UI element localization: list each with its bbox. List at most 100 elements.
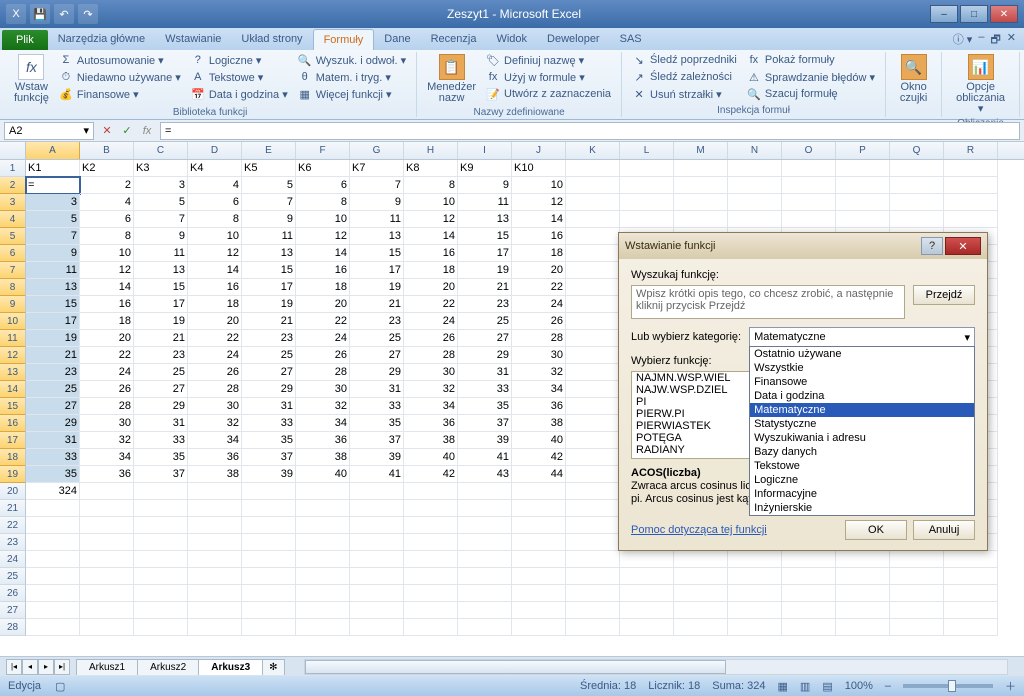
tab-narzędzia-główne[interactable]: Narzędzia główne (48, 29, 155, 50)
row-header[interactable]: 11 (0, 330, 26, 347)
cell[interactable] (728, 551, 782, 568)
cell[interactable]: 5 (242, 177, 296, 194)
cell[interactable]: 7 (350, 177, 404, 194)
cell[interactable] (512, 517, 566, 534)
cell[interactable] (674, 194, 728, 211)
zoom-out-button[interactable]: – (885, 680, 891, 692)
cell[interactable]: 41 (458, 449, 512, 466)
cell[interactable]: 33 (350, 398, 404, 415)
cell[interactable]: 15 (458, 228, 512, 245)
cell[interactable] (26, 568, 80, 585)
cell[interactable]: 25 (26, 381, 80, 398)
cell[interactable]: 8 (296, 194, 350, 211)
cell[interactable] (944, 568, 998, 585)
cell[interactable] (728, 177, 782, 194)
tab-układ-strony[interactable]: Układ strony (231, 29, 312, 50)
cell[interactable]: 27 (458, 330, 512, 347)
column-header[interactable]: C (134, 142, 188, 159)
cell[interactable] (350, 568, 404, 585)
cell[interactable]: 44 (512, 466, 566, 483)
cell[interactable] (890, 194, 944, 211)
category-option[interactable]: Wyszukiwania i adresu (750, 431, 974, 445)
cell[interactable]: 15 (350, 245, 404, 262)
cell[interactable]: 10 (404, 194, 458, 211)
cell[interactable] (458, 619, 512, 636)
ribbon-item[interactable]: ↘Śledź poprzedniki (628, 52, 741, 68)
cell[interactable]: 11 (242, 228, 296, 245)
cell[interactable] (404, 585, 458, 602)
cell[interactable]: 28 (512, 330, 566, 347)
cell[interactable] (782, 211, 836, 228)
cell[interactable]: 38 (296, 449, 350, 466)
cell[interactable] (296, 483, 350, 500)
cell[interactable] (458, 585, 512, 602)
cell[interactable]: 9 (242, 211, 296, 228)
cell[interactable]: 30 (512, 347, 566, 364)
minimize-button[interactable]: – (930, 5, 958, 23)
category-option[interactable]: Bazy danych (750, 445, 974, 459)
row-header[interactable]: 25 (0, 568, 26, 585)
sheet-nav-prev[interactable]: ◂ (22, 659, 38, 675)
cell[interactable] (944, 177, 998, 194)
cell[interactable] (674, 602, 728, 619)
cell[interactable]: 10 (512, 177, 566, 194)
column-header[interactable]: O (782, 142, 836, 159)
column-header[interactable]: P (836, 142, 890, 159)
cell[interactable] (836, 177, 890, 194)
cell[interactable] (350, 602, 404, 619)
cell[interactable] (80, 500, 134, 517)
cell[interactable] (512, 500, 566, 517)
row-header[interactable]: 12 (0, 347, 26, 364)
cell[interactable]: 31 (242, 398, 296, 415)
cell[interactable] (296, 534, 350, 551)
ribbon-item[interactable]: ⚠Sprawdzanie błędów ▾ (743, 69, 879, 85)
cell[interactable]: 23 (350, 313, 404, 330)
cell[interactable]: 43 (458, 466, 512, 483)
cell[interactable] (944, 211, 998, 228)
row-header[interactable]: 20 (0, 483, 26, 500)
go-button[interactable]: Przejdź (913, 285, 975, 305)
horizontal-scrollbar[interactable] (304, 659, 1008, 675)
calc-options-button[interactable]: 📊 Opcje obliczania ▾ (948, 52, 1013, 117)
cell[interactable]: 34 (404, 398, 458, 415)
ribbon-item[interactable]: fxPokaż formuły (743, 52, 879, 68)
cell[interactable] (620, 211, 674, 228)
cell[interactable] (26, 500, 80, 517)
cell[interactable]: 22 (512, 279, 566, 296)
cell[interactable] (620, 160, 674, 177)
insert-function-button[interactable]: fx Wstaw funkcję (10, 52, 53, 106)
cell[interactable] (944, 194, 998, 211)
cell[interactable] (188, 517, 242, 534)
tab-widok[interactable]: Widok (486, 29, 537, 50)
cancel-formula-icon[interactable]: ✕ (98, 122, 116, 140)
cell[interactable] (296, 568, 350, 585)
name-box[interactable]: A2 ▾ (4, 122, 94, 140)
cell[interactable]: 27 (134, 381, 188, 398)
cell[interactable] (80, 585, 134, 602)
cell[interactable]: 8 (80, 228, 134, 245)
cell[interactable]: 34 (188, 432, 242, 449)
column-header[interactable]: G (350, 142, 404, 159)
cell[interactable]: 40 (404, 449, 458, 466)
cell[interactable] (890, 211, 944, 228)
cell[interactable] (188, 500, 242, 517)
cell[interactable] (566, 466, 620, 483)
cell[interactable] (242, 551, 296, 568)
cell[interactable]: 33 (242, 415, 296, 432)
cell[interactable]: 29 (134, 398, 188, 415)
dialog-titlebar[interactable]: Wstawianie funkcji ? ✕ (619, 233, 987, 259)
cell[interactable] (512, 551, 566, 568)
cell[interactable]: K2 (80, 160, 134, 177)
row-header[interactable]: 3 (0, 194, 26, 211)
cell[interactable]: 31 (26, 432, 80, 449)
cell[interactable] (782, 551, 836, 568)
cell[interactable] (566, 432, 620, 449)
cell[interactable] (242, 568, 296, 585)
cell[interactable] (134, 602, 188, 619)
cell[interactable]: 7 (242, 194, 296, 211)
cell[interactable]: 29 (242, 381, 296, 398)
cell[interactable] (242, 483, 296, 500)
ribbon-item[interactable]: θMatem. i tryg. ▾ (294, 69, 410, 85)
cell[interactable] (26, 534, 80, 551)
row-header[interactable]: 19 (0, 466, 26, 483)
